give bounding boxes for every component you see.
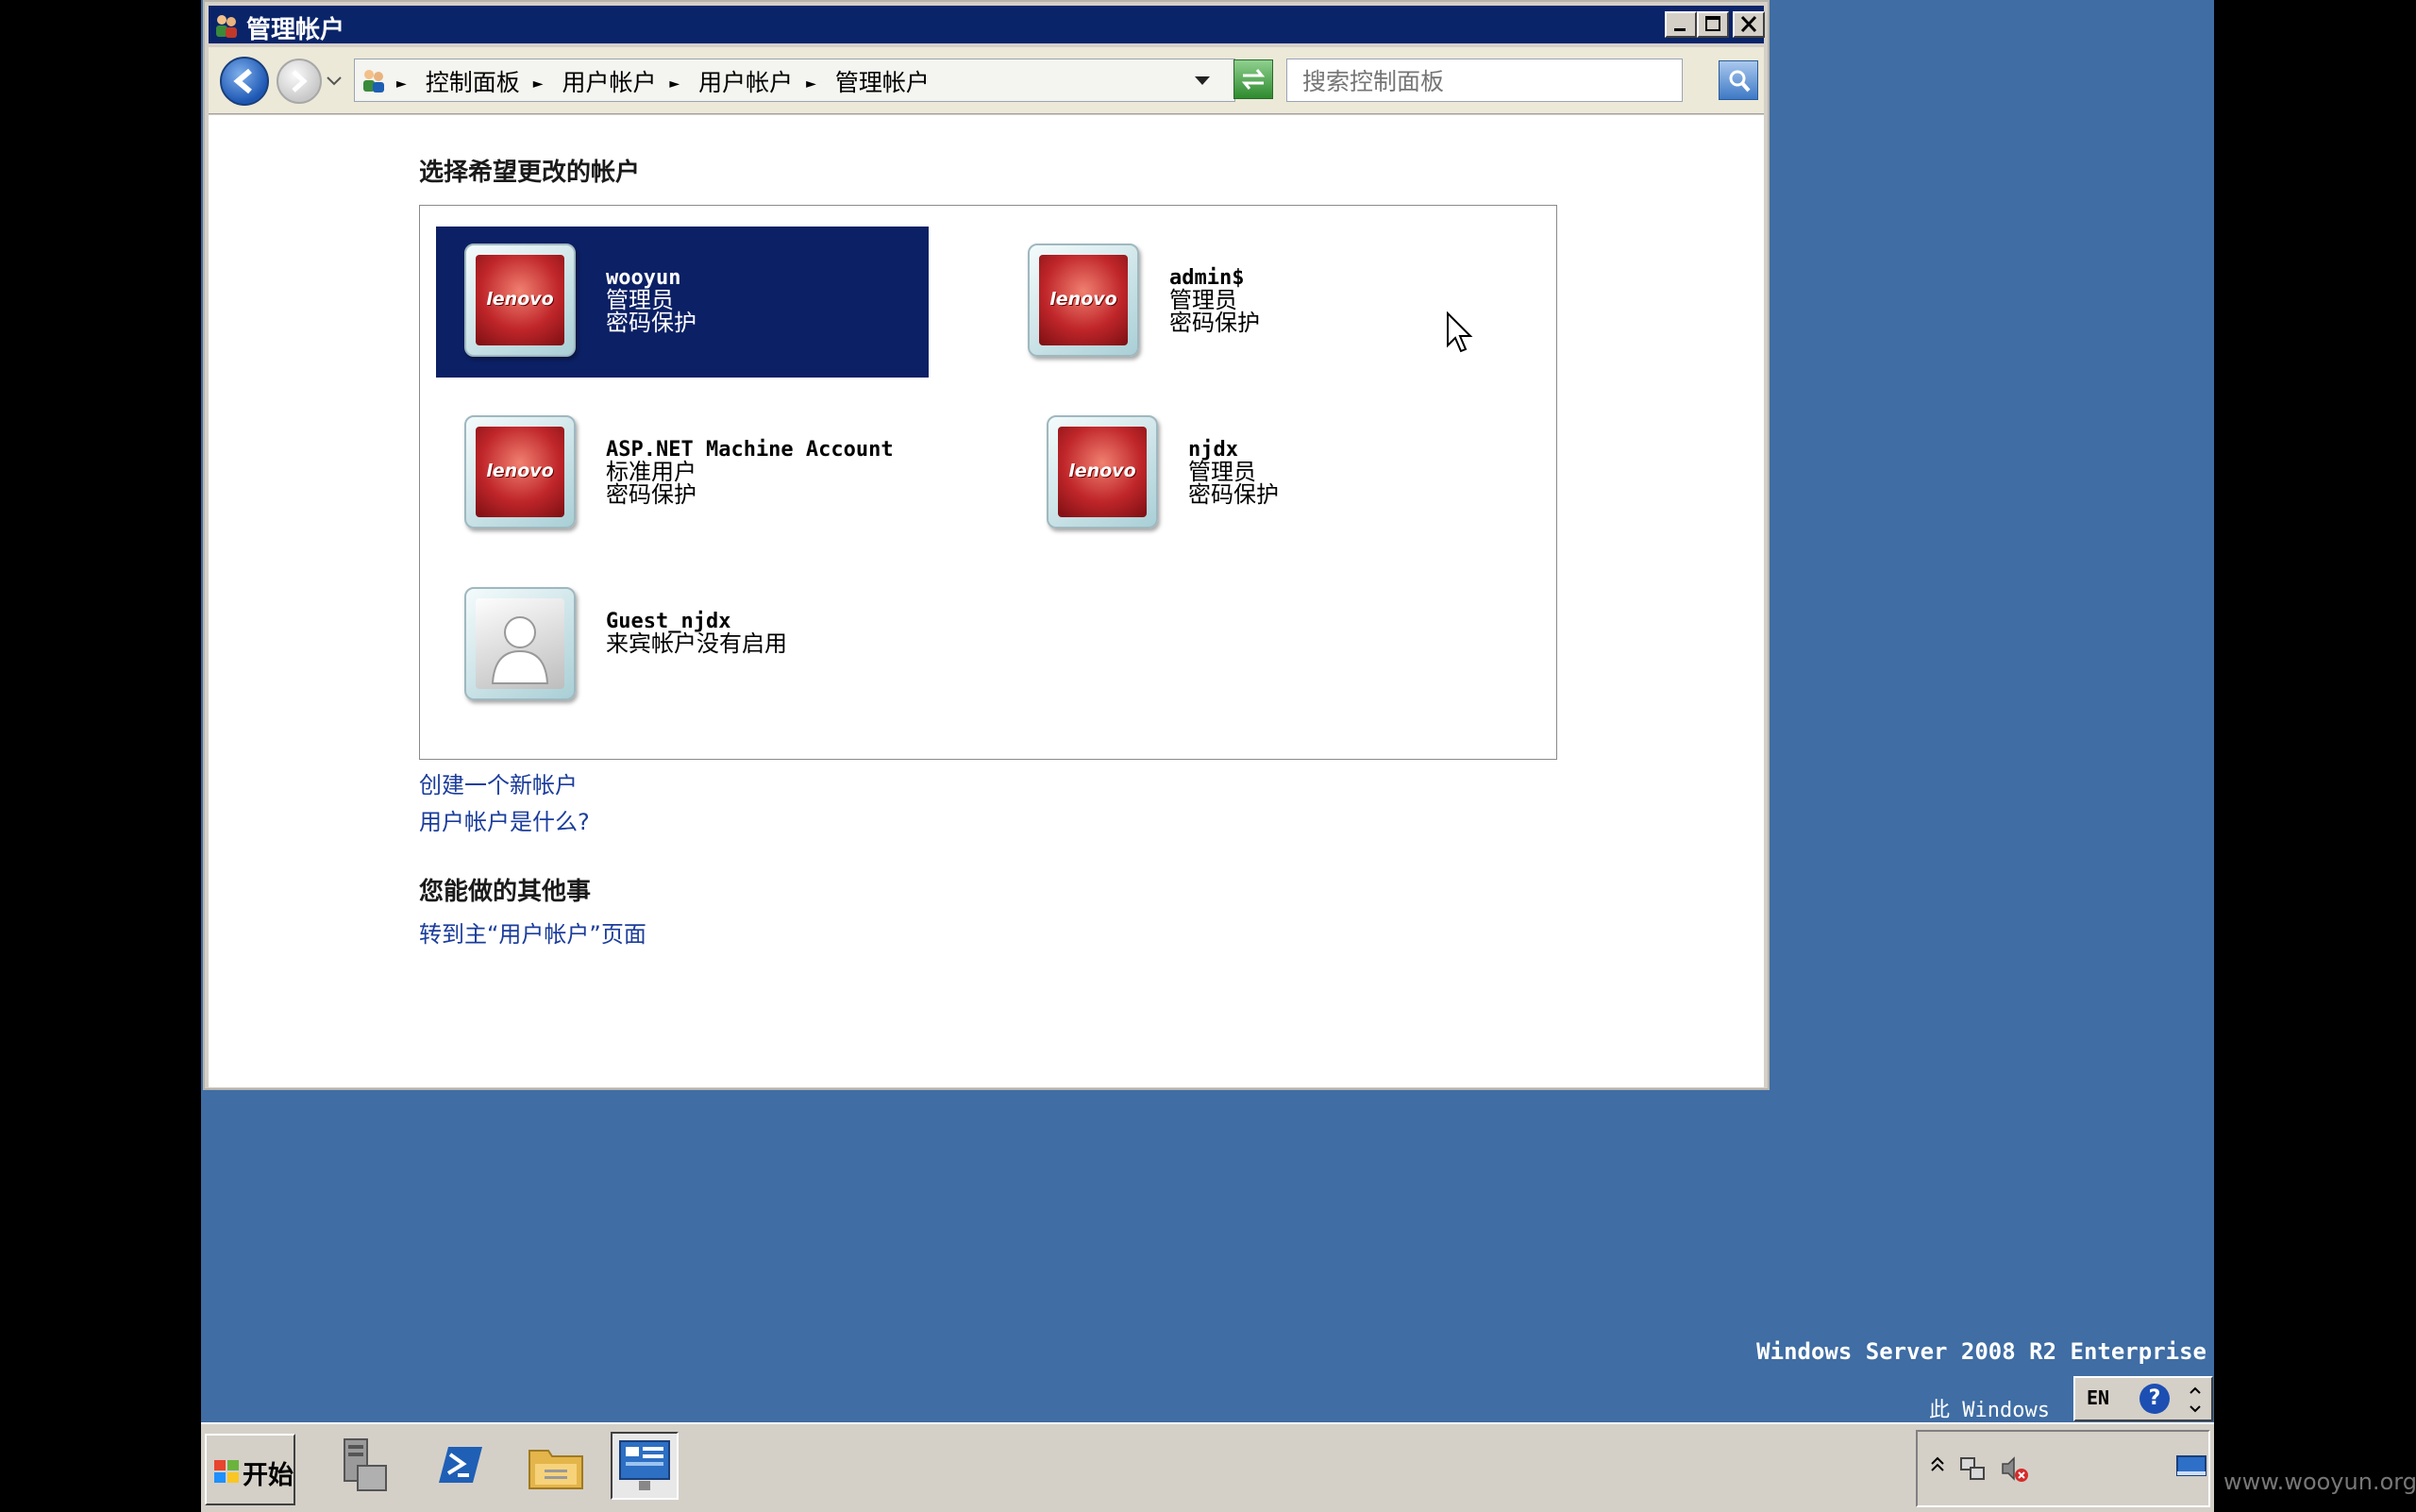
chevron-right-icon[interactable]: ► [396,76,407,92]
lenovo-logo: lenovo [1068,461,1136,481]
server-manager-icon[interactable] [329,1432,397,1500]
network-icon[interactable] [1957,1453,1989,1485]
account-type: 管理员 [606,287,674,313]
chevron-right-icon[interactable]: ► [669,76,680,92]
address-bar[interactable]: ► 控制面板 ► 用户帐户 ► 用户帐户 ► 管理帐户 [354,59,1235,102]
help-icon[interactable]: ? [2139,1384,2170,1414]
minimize-button[interactable] [1665,11,1697,38]
account-tile-njdx[interactable]: lenovo njdx 管理员 密码保护 [1024,398,1420,549]
account-picture: lenovo [1047,415,1158,529]
account-status: 密码保护 [606,310,696,336]
title-bar[interactable]: 管理帐户 [209,6,1765,44]
windows-logo-icon [214,1460,239,1483]
manage-accounts-window: 管理帐户 ► 控制面板 ► 用户帐户 ► 用户帐户 ► 管理帐户 搜索控制面板 … [203,0,1770,1090]
forward-button[interactable] [277,59,322,104]
show-desktop-icon[interactable] [2175,1454,2207,1479]
start-label: 开始 [243,1461,294,1490]
address-dropdown-icon[interactable] [1193,75,1212,88]
page-title: 选择希望更改的帐户 [419,159,641,187]
site-watermark: www.wooyun.org [2223,1469,2416,1495]
back-button[interactable] [220,57,269,106]
account-picture: lenovo [1028,244,1139,357]
start-button[interactable]: 开始 [205,1434,295,1505]
account-tile-aspnet[interactable]: lenovo ASP.NET Machine Account 标准用户 密码保护 [436,398,983,549]
breadcrumb-control-panel[interactable]: 控制面板 [426,64,520,98]
refresh-icon [1241,69,1266,90]
account-tile-admin[interactable]: lenovo admin$ 管理员 密码保护 [1005,227,1401,378]
account-picture: lenovo [464,244,576,357]
powershell-icon[interactable] [426,1432,494,1500]
maximize-button[interactable] [1697,11,1729,38]
control-panel-icon [619,1440,670,1490]
language-indicator[interactable]: EN [2087,1386,2109,1409]
account-status: 密码保护 [606,481,696,508]
navigation-bar: ► 控制面板 ► 用户帐户 ► 用户帐户 ► 管理帐户 [209,47,1764,114]
account-type: 管理员 [1169,287,1237,313]
breadcrumb-user-accounts-2[interactable]: 用户帐户 [698,64,793,98]
search-box[interactable] [1286,59,1683,102]
back-arrow-icon [233,68,252,94]
language-bar-options-icon[interactable] [2187,1386,2204,1414]
close-button[interactable] [1733,11,1765,38]
account-type: 标准用户 [606,459,696,485]
notification-area [1916,1430,2210,1507]
volume-muted-icon[interactable] [1999,1453,2031,1485]
create-account-link[interactable]: 创建一个新帐户 [419,766,578,799]
breadcrumb-manage-accounts[interactable]: 管理帐户 [835,64,930,98]
language-bar[interactable]: EN ? [2073,1376,2213,1421]
lenovo-logo: lenovo [486,461,554,481]
mouse-cursor-icon [1447,311,1473,353]
lenovo-logo: lenovo [1049,289,1117,310]
content-pane: 选择希望更改的帐户 lenovo wooyun 管理员 密码保护 lenovo … [209,115,1764,1087]
window-title: 管理帐户 [246,16,345,44]
other-tasks-heading: 您能做的其他事 [419,878,592,906]
explorer-icon[interactable] [522,1432,590,1500]
account-tile-wooyun[interactable]: lenovo wooyun 管理员 密码保护 [436,227,929,378]
taskbar: 开始 23:06 2016/4/30 [201,1422,2337,1512]
os-edition-label: Windows Server 2008 R2 Enterprise [1756,1338,2206,1365]
chevron-right-icon[interactable]: ► [533,76,544,92]
show-hidden-icons-icon[interactable] [1929,1454,1946,1473]
account-status: 来宾帐户没有启用 [606,630,787,657]
recent-pages-dropdown-icon[interactable] [326,76,343,87]
forward-arrow-icon [292,70,308,92]
breadcrumb: ► 控制面板 ► 用户帐户 ► 用户帐户 ► 管理帐户 [396,64,935,98]
what-is-user-account-link[interactable]: 用户帐户是什么? [419,803,590,836]
search-button[interactable] [1719,60,1758,100]
account-picture [464,587,576,700]
account-status: 密码保护 [1169,310,1260,336]
account-picture: lenovo [464,415,576,529]
account-tile-guest[interactable]: Guest_njdx 来宾帐户没有启用 [436,570,908,721]
breadcrumb-user-accounts[interactable]: 用户帐户 [562,64,656,98]
control-panel-icon [363,70,384,92]
search-icon [1729,70,1751,92]
clock-time[interactable]: 23:06 [2245,1439,2396,1463]
control-panel-task-button[interactable] [611,1432,679,1500]
refresh-button[interactable] [1233,59,1273,99]
search-input[interactable] [1300,64,1663,98]
windows-activation-label: 此 Windows [1929,1399,2050,1422]
guest-user-icon [491,616,549,684]
chevron-right-icon[interactable]: ► [806,76,816,92]
accounts-list: lenovo wooyun 管理员 密码保护 lenovo admin$ 管理员… [419,205,1557,760]
account-status: 密码保护 [1188,481,1279,508]
lenovo-logo: lenovo [486,289,554,310]
account-type: 管理员 [1188,459,1256,485]
users-icon [216,15,237,38]
main-user-accounts-link[interactable]: 转到主“用户帐户”页面 [419,916,646,949]
